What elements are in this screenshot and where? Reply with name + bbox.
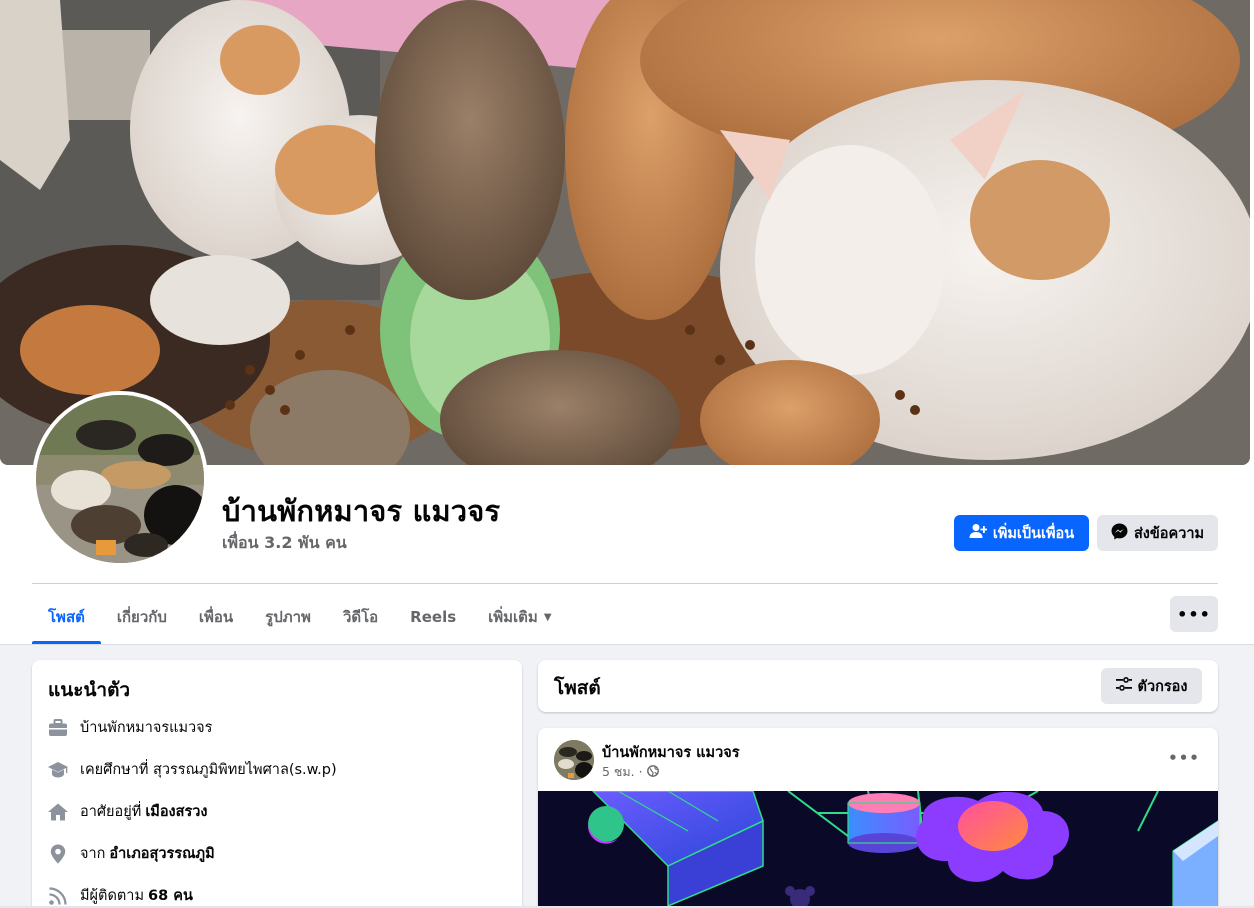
filter-button[interactable]: ตัวกรอง [1101, 668, 1202, 704]
location-pin-icon [48, 844, 68, 864]
tab-reels[interactable]: Reels [394, 590, 472, 644]
intro-lives-row: อาศัยอยู่ที่ เมืองสรวง [48, 800, 208, 823]
tab-label: เกี่ยวกับ [116, 608, 167, 626]
message-button[interactable]: ส่งข้อความ [1097, 515, 1218, 551]
profile-avatar[interactable] [32, 391, 208, 567]
tab-label: วิดีโอ [342, 608, 379, 626]
globe-icon [646, 764, 659, 780]
post-card: บ้านพักหมาจร แมวจร 5 ชม. · ••• [538, 728, 1218, 908]
tab-about[interactable]: เกี่ยวกับ [101, 590, 183, 644]
intro-card: แนะนำตัว บ้านพักหมาจรแมวจร เคยศึกษาที่ ส… [32, 660, 522, 908]
posts-header-card: โพสต์ ตัวกรอง [538, 660, 1218, 712]
more-dots-icon: ••• [1168, 749, 1200, 767]
friend-count[interactable]: เพื่อน 3.2 พัน คน [222, 531, 347, 556]
intro-followers-row: มีผู้ติดตาม 68 คน [48, 884, 193, 907]
cover-photo[interactable] [0, 0, 1250, 465]
add-friend-label: เพิ่มเป็นเพื่อน [992, 525, 1075, 542]
profile-header: บ้านพักหมาจร แมวจร เพื่อน 3.2 พัน คน เพิ… [0, 0, 1254, 645]
intro-education-text[interactable]: เคยศึกษาที่ สุวรรณภูมิพิทยไพศาล(s.w.p) [80, 758, 337, 781]
intro-followers-prefix: มีผู้ติดตาม [80, 888, 145, 904]
intro-work-row: บ้านพักหมาจรแมวจร [48, 716, 212, 739]
posts-title: โพสต์ [554, 677, 601, 699]
tab-label: โพสต์ [48, 608, 85, 626]
post-author-avatar[interactable] [554, 740, 594, 780]
intro-followers-count[interactable]: 68 คน [148, 884, 193, 907]
tab-photos[interactable]: รูปภาพ [249, 590, 327, 644]
graduation-cap-icon [48, 760, 68, 780]
profile-tabs: โพสต์ เกี่ยวกับ เพื่อน รูปภาพ วิดีโอ Ree… [32, 590, 568, 644]
profile-more-button[interactable]: ••• [1170, 596, 1218, 632]
intro-education-row: เคยศึกษาที่ สุวรรณภูมิพิทยไพศาล(s.w.p) [48, 758, 337, 781]
post-more-button[interactable]: ••• [1168, 746, 1200, 770]
tab-friends[interactable]: เพื่อน [183, 590, 249, 644]
intro-from-row: จาก อำเภอสุวรรณภูมิ [48, 842, 215, 865]
filter-sliders-icon [1115, 677, 1132, 695]
intro-work-text[interactable]: บ้านพักหมาจรแมวจร [80, 716, 212, 739]
intro-from-prefix: จาก [80, 846, 106, 862]
tab-posts[interactable]: โพสต์ [32, 590, 101, 644]
tab-label: Reels [410, 608, 457, 626]
tab-label: รูปภาพ [265, 608, 311, 626]
intro-title: แนะนำตัว [48, 679, 131, 701]
tab-more[interactable]: เพิ่มเติม ▼ [472, 590, 567, 644]
intro-lives-place[interactable]: เมืองสรวง [145, 800, 207, 823]
more-dots-icon: ••• [1177, 604, 1211, 624]
filter-label: ตัวกรอง [1137, 678, 1188, 695]
post-time[interactable]: 5 ชม. · [602, 762, 643, 782]
post-image[interactable] [538, 791, 1218, 908]
add-friend-button[interactable]: เพิ่มเป็นเพื่อน [954, 515, 1089, 551]
rss-icon [48, 886, 68, 906]
tab-label: เพิ่มเติม [488, 608, 538, 626]
header-divider [32, 583, 1218, 584]
caret-down-icon: ▼ [543, 611, 552, 623]
intro-from-place[interactable]: อำเภอสุวรรณภูมิ [109, 842, 214, 865]
briefcase-icon [48, 718, 68, 738]
tab-videos[interactable]: วิดีโอ [327, 590, 394, 644]
messenger-icon [1111, 523, 1128, 544]
home-icon [48, 802, 68, 822]
post-meta: 5 ชม. · [602, 762, 659, 782]
message-label: ส่งข้อความ [1133, 525, 1205, 542]
tab-label: เพื่อน [198, 608, 234, 626]
profile-name: บ้านพักหมาจร แมวจร [222, 494, 501, 528]
add-friend-icon [969, 523, 988, 543]
intro-lives-prefix: อาศัยอยู่ที่ [80, 804, 142, 820]
post-author-name[interactable]: บ้านพักหมาจร แมวจร [602, 741, 740, 764]
